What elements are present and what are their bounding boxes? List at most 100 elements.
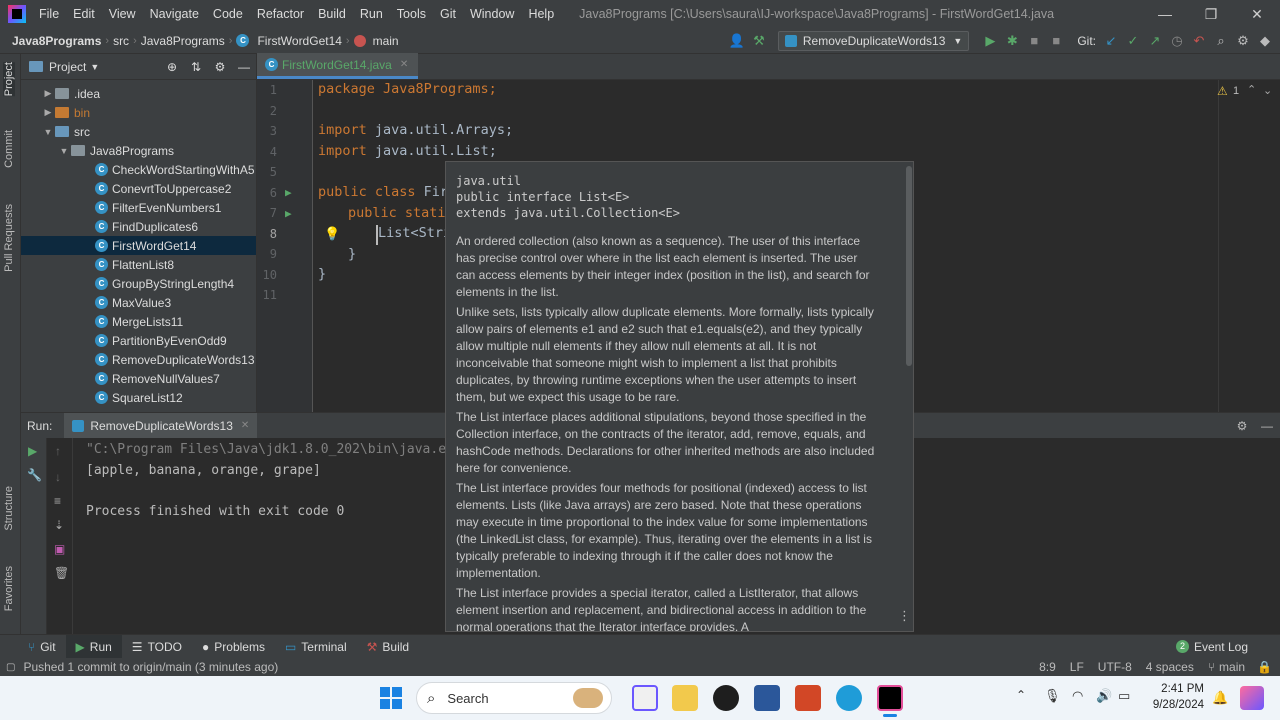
git-branch[interactable]: main xyxy=(1219,660,1245,674)
collapse-all-icon[interactable]: ⇅ xyxy=(184,60,208,74)
print-icon[interactable]: ▣ xyxy=(54,542,65,556)
expand-icon[interactable]: ▶ xyxy=(41,88,55,99)
doc-extends-link[interactable]: extends java.util.Collection<E> xyxy=(456,205,903,221)
search-icon[interactable]: ⌕ xyxy=(1210,33,1232,49)
user-icon[interactable]: 👤 xyxy=(726,33,748,49)
indent-setting[interactable]: 4 spaces xyxy=(1146,660,1194,674)
wrench-icon[interactable]: 🔧 xyxy=(27,468,42,482)
editor-tab-firstwordget14[interactable]: C FirstWordGet14.java ✕ xyxy=(257,53,419,79)
microphone-icon[interactable]: 🎙 xyxy=(1044,688,1061,704)
menu-file[interactable]: File xyxy=(32,7,66,21)
chevron-down-icon[interactable]: ▼ xyxy=(90,62,99,72)
line-separator[interactable]: LF xyxy=(1070,660,1084,674)
breadcrumb-method[interactable]: main xyxy=(369,34,403,48)
word-icon[interactable] xyxy=(754,685,780,711)
tab-terminal[interactable]: ▭ Terminal xyxy=(275,635,357,659)
git-push-icon[interactable]: ↗ xyxy=(1144,33,1166,49)
windows-start-icon[interactable] xyxy=(380,687,402,709)
tab-build[interactable]: ⚒ Build xyxy=(357,635,419,659)
run-method-icon[interactable]: ▶ xyxy=(285,207,292,220)
tree-item-class-selected[interactable]: C FirstWordGet14 xyxy=(21,236,256,255)
menu-git[interactable]: Git xyxy=(433,7,463,21)
next-highlight-icon[interactable]: ⌄ xyxy=(1263,84,1272,97)
menu-view[interactable]: View xyxy=(102,7,143,21)
hide-panel-icon[interactable]: — xyxy=(1254,419,1280,433)
structure-tool-tab[interactable]: Structure xyxy=(3,486,15,531)
tree-item-class[interactable]: C MergeLists11 xyxy=(21,312,256,331)
clock-time[interactable]: 2:41 PM xyxy=(1148,683,1204,695)
tree-item-package[interactable]: ▼ Java8Programs xyxy=(21,141,256,160)
tree-item-class[interactable]: C ConevrtToUppercase2 xyxy=(21,179,256,198)
close-icon[interactable]: ✕ xyxy=(1234,6,1280,23)
clear-all-icon[interactable]: 🗑 xyxy=(54,566,69,580)
pull-requests-tool-tab[interactable]: Pull Requests xyxy=(3,204,15,272)
minimize-icon[interactable]: — xyxy=(1142,6,1188,22)
caret-position[interactable]: 8:9 xyxy=(1039,660,1056,674)
project-panel-title[interactable]: Project xyxy=(49,60,86,74)
collapse-icon[interactable]: ▼ xyxy=(57,146,71,156)
tree-item-class[interactable]: C GroupByStringLength4 xyxy=(21,274,256,293)
hide-panel-icon[interactable]: — xyxy=(232,60,256,74)
tree-item-class[interactable]: C RemoveDuplicateWords13 xyxy=(21,350,256,369)
close-tab-icon[interactable]: ✕ xyxy=(400,59,408,70)
snipping-tool-icon[interactable] xyxy=(632,685,658,711)
taskbar-search-box[interactable]: ⌕ Search xyxy=(416,682,612,714)
volume-icon[interactable]: 🔊 xyxy=(1096,688,1112,704)
menu-tools[interactable]: Tools xyxy=(390,7,433,21)
edge-icon[interactable] xyxy=(836,685,862,711)
chevron-up-icon[interactable]: ⌃ xyxy=(1016,688,1026,702)
rollback-icon[interactable]: ↶ xyxy=(1188,33,1210,49)
warning-icon[interactable]: ⚠ xyxy=(1217,84,1228,98)
favorites-tool-tab[interactable]: Favorites xyxy=(3,566,15,611)
tab-problems[interactable]: ● Problems xyxy=(192,635,275,659)
project-tool-tab[interactable]: Project xyxy=(3,62,15,97)
scroll-up-icon[interactable]: ↑ xyxy=(55,444,61,458)
tab-event-log[interactable]: 2 Event Log xyxy=(1166,635,1258,659)
stop-icon[interactable]: ■ xyxy=(1045,33,1067,48)
settings-gear-icon[interactable]: ⚙ xyxy=(1232,33,1254,49)
menu-edit[interactable]: Edit xyxy=(66,7,102,21)
chrome-icon[interactable] xyxy=(713,685,739,711)
notification-bell-icon[interactable]: 🔔 xyxy=(1212,690,1228,706)
layout-icon[interactable]: ▢ xyxy=(6,662,15,673)
doc-scrollbar[interactable] xyxy=(906,166,912,366)
intellij-icon[interactable] xyxy=(877,685,903,711)
settings-gear-icon[interactable]: ⚙ xyxy=(208,60,232,74)
soft-wrap-icon[interactable]: ≡ xyxy=(54,494,61,508)
run-icon[interactable]: ▶ xyxy=(979,33,1001,49)
restore-icon[interactable]: ❐ xyxy=(1188,6,1234,23)
tree-item-class[interactable]: C FindDuplicates6 xyxy=(21,217,256,236)
tab-run[interactable]: ▶ Run xyxy=(65,634,122,659)
menu-help[interactable]: Help xyxy=(521,7,561,21)
breadcrumb-project[interactable]: Java8Programs xyxy=(8,34,105,48)
copilot-icon[interactable] xyxy=(1240,686,1264,710)
run-class-icon[interactable]: ▶ xyxy=(285,186,292,199)
tab-todo[interactable]: ☰ TODO xyxy=(122,635,192,659)
ide-logo-icon[interactable]: ◆ xyxy=(1254,33,1276,49)
history-icon[interactable]: ◷ xyxy=(1166,33,1188,49)
run-tab[interactable]: RemoveDuplicateWords13 ✕ xyxy=(64,412,258,439)
battery-icon[interactable]: ▭ xyxy=(1118,688,1130,704)
menu-navigate[interactable]: Navigate xyxy=(143,7,206,21)
breadcrumb-package[interactable]: Java8Programs xyxy=(137,34,229,48)
tree-item-class[interactable]: C FlattenList8 xyxy=(21,255,256,274)
git-commit-icon[interactable]: ✓ xyxy=(1122,33,1144,49)
menu-code[interactable]: Code xyxy=(206,7,250,21)
commit-tool-tab[interactable]: Commit xyxy=(3,130,15,168)
breadcrumb-src[interactable]: src xyxy=(109,34,133,48)
tree-item-class[interactable]: C FilterEvenNumbers1 xyxy=(21,198,256,217)
scroll-to-end-icon[interactable]: ⇣ xyxy=(54,518,64,532)
collapse-icon[interactable]: ▼ xyxy=(41,127,55,137)
menu-window[interactable]: Window xyxy=(463,7,521,21)
coverage-icon[interactable]: ■ xyxy=(1023,33,1045,48)
menu-refactor[interactable]: Refactor xyxy=(250,7,311,21)
tree-item-class[interactable]: C MaxValue3 xyxy=(21,293,256,312)
close-tab-icon[interactable]: ✕ xyxy=(241,420,249,431)
tree-item-src[interactable]: ▼ src xyxy=(21,122,256,141)
breadcrumb-class[interactable]: FirstWordGet14 xyxy=(253,34,345,48)
lock-icon[interactable]: 🔒 xyxy=(1257,660,1272,674)
expand-icon[interactable]: ▶ xyxy=(41,107,55,118)
git-update-icon[interactable]: ↙ xyxy=(1100,33,1122,49)
build-hammer-icon[interactable]: ⚒ xyxy=(748,33,770,49)
more-options-icon[interactable]: ⋮ xyxy=(898,608,911,624)
